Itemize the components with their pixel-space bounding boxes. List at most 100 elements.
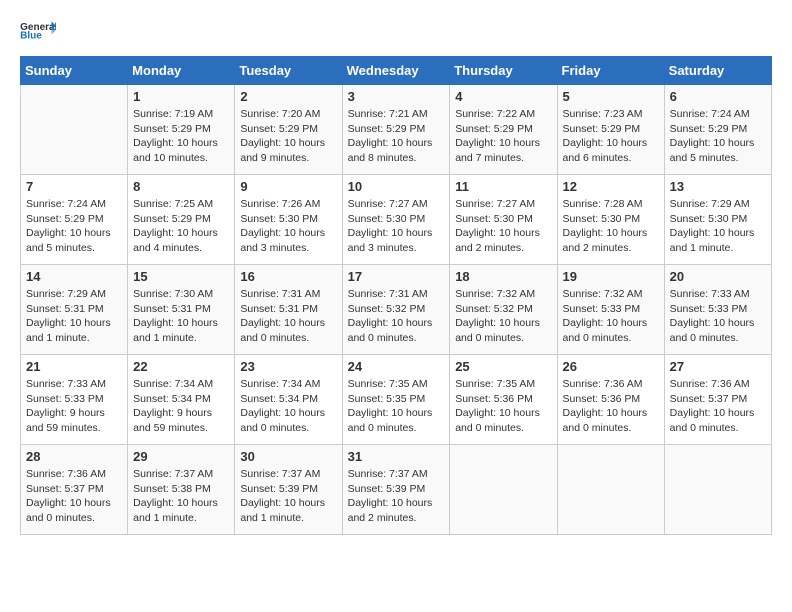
empty-cell: [450, 445, 557, 535]
calendar-day-12: 12 Sunrise: 7:28 AM Sunset: 5:30 PM Dayli…: [557, 175, 664, 265]
calendar-day-26: 26Sunrise: 7:36 AM Sunset: 5:36 PM Dayli…: [557, 355, 664, 445]
weekday-header-sunday: Sunday: [21, 57, 128, 85]
calendar-week-2: 7 Sunrise: 7:24 AM Sunset: 5:29 PM Daylig…: [21, 175, 772, 265]
calendar-day-29: 29 Sunrise: 7:37 AM Sunset: 5:38 PM Dayli…: [128, 445, 235, 535]
header: General Blue: [20, 20, 772, 46]
calendar-day-7: 7 Sunrise: 7:24 AM Sunset: 5:29 PM Daylig…: [21, 175, 128, 265]
calendar-day-3: 3 Sunrise: 7:21 AM Sunset: 5:29 PM Daylig…: [342, 85, 450, 175]
day-number: 22: [133, 359, 229, 374]
day-number: 26: [563, 359, 659, 374]
calendar-day-21: 21 Sunrise: 7:33 AM Sunset: 5:33 PM Dayli…: [21, 355, 128, 445]
day-number: 7: [26, 179, 122, 194]
day-number: 18: [455, 269, 551, 284]
day-number: 5: [563, 89, 659, 104]
day-info: Sunrise: 7:29 AM Sunset: 5:30 PM Dayligh…: [670, 197, 766, 256]
day-number: 24: [348, 359, 445, 374]
calendar-day-5: 5 Sunrise: 7:23 AM Sunset: 5:29 PM Daylig…: [557, 85, 664, 175]
day-info: Sunrise: 7:27 AM Sunset: 5:30 PM Dayligh…: [348, 197, 445, 256]
day-number: 28: [26, 449, 122, 464]
calendar-day-18: 18 Sunrise: 7:32 AM Sunset: 5:32 PM Dayli…: [450, 265, 557, 355]
weekday-header-saturday: Saturday: [664, 57, 771, 85]
day-info: Sunrise: 7:37 AM Sunset: 5:39 PM Dayligh…: [240, 467, 336, 526]
calendar-day-22: 22 Sunrise: 7:34 AM Sunset: 5:34 PM Dayli…: [128, 355, 235, 445]
calendar-day-14: 14Sunrise: 7:29 AM Sunset: 5:31 PM Dayli…: [21, 265, 128, 355]
day-info: Sunrise: 7:24 AM Sunset: 5:29 PM Dayligh…: [26, 197, 122, 256]
day-number: 4: [455, 89, 551, 104]
day-info: Sunrise: 7:34 AM Sunset: 5:34 PM Dayligh…: [240, 377, 336, 436]
calendar-day-19: 19 Sunrise: 7:32 AM Sunset: 5:33 PM Dayli…: [557, 265, 664, 355]
day-info: Sunrise: 7:31 AM Sunset: 5:31 PM Dayligh…: [240, 287, 336, 346]
day-info: Sunrise: 7:34 AM Sunset: 5:34 PM Dayligh…: [133, 377, 229, 436]
calendar-day-16: 16 Sunrise: 7:31 AM Sunset: 5:31 PM Dayli…: [235, 265, 342, 355]
day-info: Sunrise: 7:37 AM Sunset: 5:39 PM Dayligh…: [348, 467, 445, 526]
day-number: 19: [563, 269, 659, 284]
day-info: Sunrise: 7:28 AM Sunset: 5:30 PM Dayligh…: [563, 197, 659, 256]
day-info: Sunrise: 7:37 AM Sunset: 5:38 PM Dayligh…: [133, 467, 229, 526]
day-info: Sunrise: 7:31 AM Sunset: 5:32 PM Dayligh…: [348, 287, 445, 346]
calendar-week-3: 14Sunrise: 7:29 AM Sunset: 5:31 PM Dayli…: [21, 265, 772, 355]
calendar-day-23: 23 Sunrise: 7:34 AM Sunset: 5:34 PM Dayli…: [235, 355, 342, 445]
calendar-day-24: 24 Sunrise: 7:35 AM Sunset: 5:35 PM Dayli…: [342, 355, 450, 445]
day-number: 31: [348, 449, 445, 464]
calendar-day-2: 2 Sunrise: 7:20 AM Sunset: 5:29 PM Daylig…: [235, 85, 342, 175]
calendar-day-27: 27Sunrise: 7:36 AM Sunset: 5:37 PM Dayli…: [664, 355, 771, 445]
day-number: 3: [348, 89, 445, 104]
calendar-day-4: 4 Sunrise: 7:22 AM Sunset: 5:29 PM Daylig…: [450, 85, 557, 175]
day-info: Sunrise: 7:36 AM Sunset: 5:37 PM Dayligh…: [26, 467, 122, 526]
calendar-day-15: 15 Sunrise: 7:30 AM Sunset: 5:31 PM Dayli…: [128, 265, 235, 355]
weekday-header-thursday: Thursday: [450, 57, 557, 85]
day-number: 29: [133, 449, 229, 464]
day-info: Sunrise: 7:19 AM Sunset: 5:29 PM Dayligh…: [133, 107, 229, 166]
day-info: Sunrise: 7:21 AM Sunset: 5:29 PM Dayligh…: [348, 107, 445, 166]
empty-cell: [21, 85, 128, 175]
day-number: 6: [670, 89, 766, 104]
calendar-day-8: 8 Sunrise: 7:25 AM Sunset: 5:29 PM Daylig…: [128, 175, 235, 265]
day-number: 8: [133, 179, 229, 194]
day-number: 25: [455, 359, 551, 374]
day-number: 2: [240, 89, 336, 104]
weekday-header-monday: Monday: [128, 57, 235, 85]
day-info: Sunrise: 7:33 AM Sunset: 5:33 PM Dayligh…: [26, 377, 122, 436]
day-info: Sunrise: 7:32 AM Sunset: 5:33 PM Dayligh…: [563, 287, 659, 346]
calendar-header-row: SundayMondayTuesdayWednesdayThursdayFrid…: [21, 57, 772, 85]
day-info: Sunrise: 7:24 AM Sunset: 5:29 PM Dayligh…: [670, 107, 766, 166]
calendar-day-17: 17 Sunrise: 7:31 AM Sunset: 5:32 PM Dayli…: [342, 265, 450, 355]
calendar-day-25: 25 Sunrise: 7:35 AM Sunset: 5:36 PM Dayli…: [450, 355, 557, 445]
day-info: Sunrise: 7:30 AM Sunset: 5:31 PM Dayligh…: [133, 287, 229, 346]
calendar-day-1: 1Sunrise: 7:19 AM Sunset: 5:29 PM Daylig…: [128, 85, 235, 175]
day-info: Sunrise: 7:33 AM Sunset: 5:33 PM Dayligh…: [670, 287, 766, 346]
day-number: 12: [563, 179, 659, 194]
logo-icon: General Blue: [20, 20, 56, 40]
svg-text:Blue: Blue: [20, 31, 42, 40]
day-info: Sunrise: 7:27 AM Sunset: 5:30 PM Dayligh…: [455, 197, 551, 256]
day-info: Sunrise: 7:32 AM Sunset: 5:32 PM Dayligh…: [455, 287, 551, 346]
calendar-week-5: 28 Sunrise: 7:36 AM Sunset: 5:37 PM Dayli…: [21, 445, 772, 535]
day-info: Sunrise: 7:20 AM Sunset: 5:29 PM Dayligh…: [240, 107, 336, 166]
day-number: 30: [240, 449, 336, 464]
day-info: Sunrise: 7:35 AM Sunset: 5:35 PM Dayligh…: [348, 377, 445, 436]
empty-cell: [557, 445, 664, 535]
weekday-header-wednesday: Wednesday: [342, 57, 450, 85]
day-number: 15: [133, 269, 229, 284]
empty-cell: [664, 445, 771, 535]
day-info: Sunrise: 7:25 AM Sunset: 5:29 PM Dayligh…: [133, 197, 229, 256]
calendar-day-6: 6 Sunrise: 7:24 AM Sunset: 5:29 PM Daylig…: [664, 85, 771, 175]
day-number: 10: [348, 179, 445, 194]
day-info: Sunrise: 7:26 AM Sunset: 5:30 PM Dayligh…: [240, 197, 336, 256]
day-number: 17: [348, 269, 445, 284]
logo: General Blue: [20, 20, 56, 46]
weekday-header-tuesday: Tuesday: [235, 57, 342, 85]
calendar-table: SundayMondayTuesdayWednesdayThursdayFrid…: [20, 56, 772, 535]
day-number: 16: [240, 269, 336, 284]
day-info: Sunrise: 7:35 AM Sunset: 5:36 PM Dayligh…: [455, 377, 551, 436]
day-info: Sunrise: 7:36 AM Sunset: 5:37 PM Dayligh…: [670, 377, 766, 436]
weekday-header-friday: Friday: [557, 57, 664, 85]
day-info: Sunrise: 7:23 AM Sunset: 5:29 PM Dayligh…: [563, 107, 659, 166]
calendar-day-28: 28 Sunrise: 7:36 AM Sunset: 5:37 PM Dayli…: [21, 445, 128, 535]
day-info: Sunrise: 7:22 AM Sunset: 5:29 PM Dayligh…: [455, 107, 551, 166]
day-number: 21: [26, 359, 122, 374]
day-number: 23: [240, 359, 336, 374]
calendar-day-10: 10 Sunrise: 7:27 AM Sunset: 5:30 PM Dayli…: [342, 175, 450, 265]
day-number: 11: [455, 179, 551, 194]
calendar-week-1: 1Sunrise: 7:19 AM Sunset: 5:29 PM Daylig…: [21, 85, 772, 175]
